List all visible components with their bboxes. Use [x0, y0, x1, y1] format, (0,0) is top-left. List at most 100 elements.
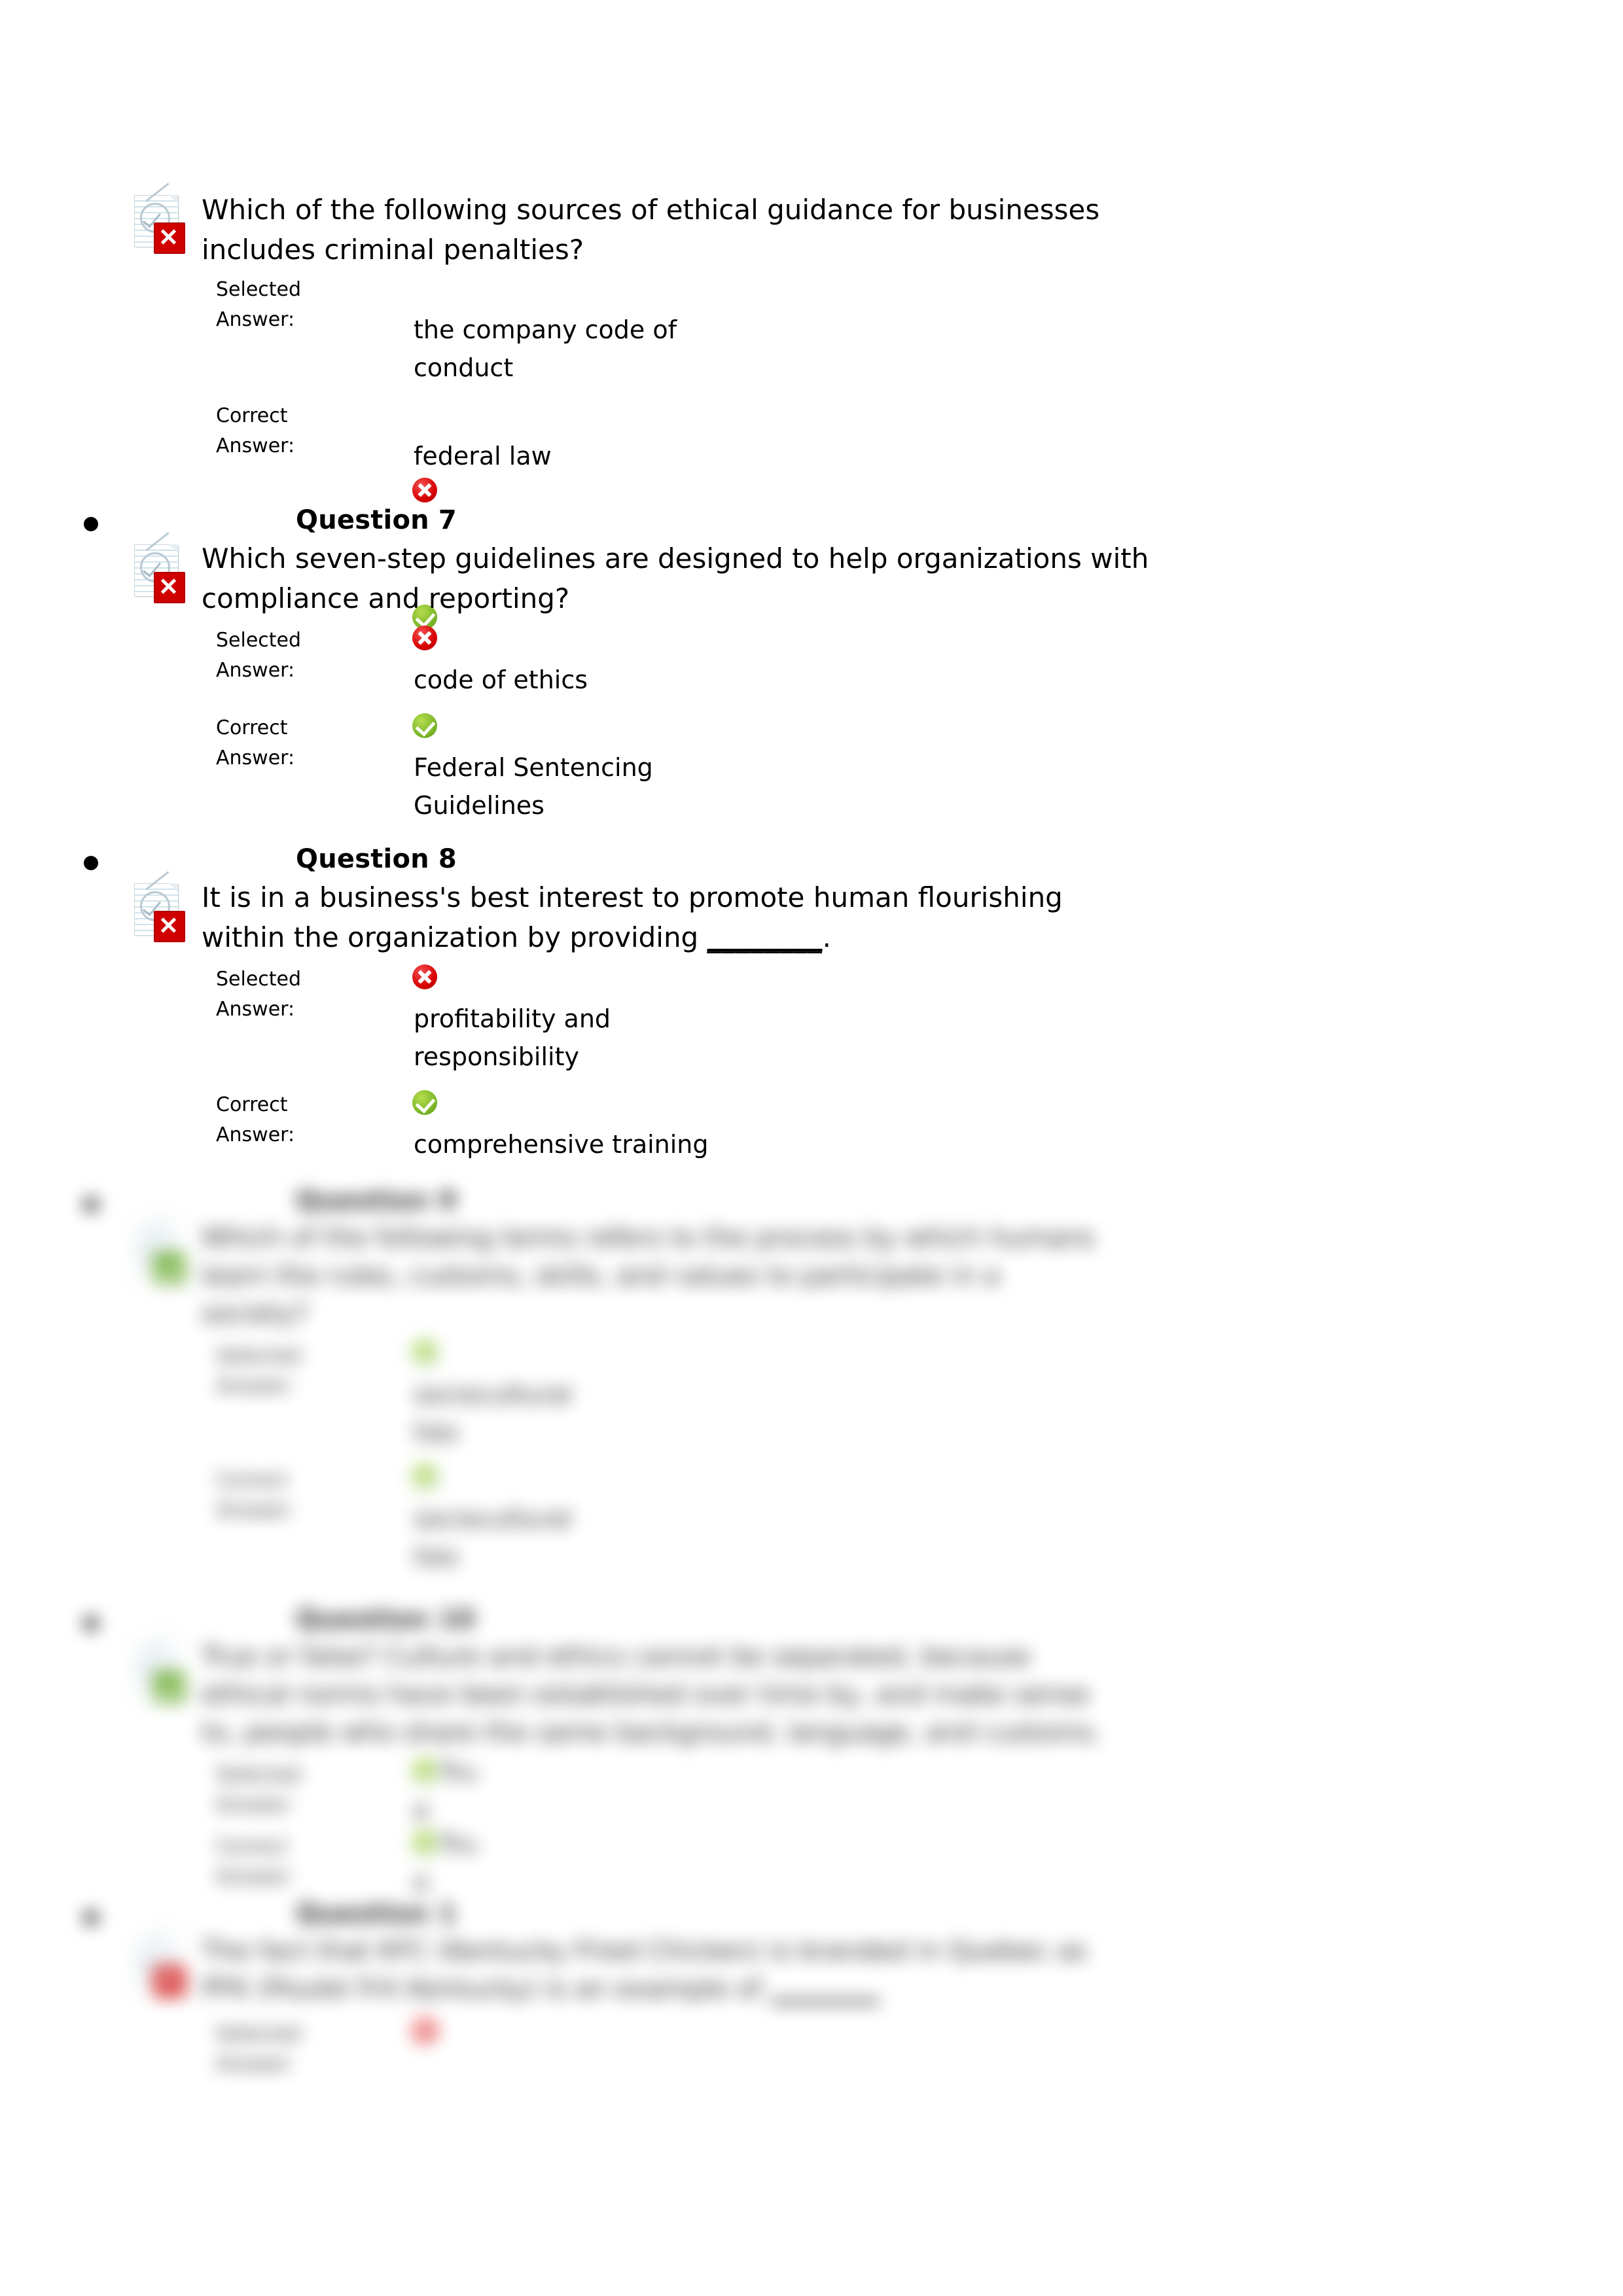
correct-answer-label: Correct Answer:: [216, 1466, 380, 1526]
list-bullet: [84, 1911, 98, 1925]
correct-mark-icon: [412, 713, 437, 738]
question-notepad-x-icon: [134, 532, 185, 603]
question-notepad-check-icon: [134, 1631, 185, 1703]
blurred-questions-region: Question 9 Which of the following terms …: [0, 1145, 1623, 2127]
question-text-line2: compliance and reporting?: [202, 582, 570, 614]
question-text-line1: It is in a business's best interest to p…: [202, 881, 1063, 913]
incorrect-mark-icon: [412, 2018, 437, 2043]
question-text: True or false? Culture and ethics cannot…: [202, 1638, 1101, 1752]
selected-answer-label: Selected Answer:: [216, 626, 380, 686]
correct-mark-icon: [412, 1340, 437, 1365]
selected-answer-label-line2: Answer:: [216, 998, 295, 1021]
question-text-line1: Which of the following sources of ethica…: [202, 194, 1100, 226]
question-title: Question 8: [296, 844, 457, 874]
correct-answer-label-line1: Correct: [216, 1835, 288, 1858]
correct-answer-line1: federal law: [414, 442, 552, 470]
correct-mark-icon: [412, 1090, 437, 1115]
question-blank: ________: [707, 921, 823, 953]
correct-answer-text: sociocultural ties: [414, 1500, 572, 1576]
question-text-line3: society?: [202, 1299, 309, 1329]
correct-answer-label: Correct Answer:: [216, 1090, 380, 1150]
question-text: The fact that KFC (Kentucky Fried Chicke…: [202, 1932, 1087, 2008]
selected-answer-text: profitability and responsibility: [414, 1000, 611, 1076]
correct-answer-label-line1: Correct: [216, 404, 288, 427]
selected-answer-line2: e: [414, 1796, 429, 1825]
question-text: Which of the following sources of ethica…: [202, 190, 1099, 270]
question-notepad-x-icon: [134, 1926, 185, 1997]
selected-answer-label: Selected Answer:: [216, 2019, 380, 2079]
correct-answer-label-line2: Answer:: [216, 1499, 295, 1522]
correct-answer-label-line2: Answer:: [216, 434, 295, 457]
selected-answer-line1: the company code of: [414, 315, 677, 344]
question-notepad-check-icon: [134, 1212, 185, 1284]
correct-answer-label-line1: Correct: [216, 1093, 288, 1116]
correct-answer-line2: ties: [414, 1542, 459, 1571]
correct-answer-line1: Federal Sentencing: [414, 753, 653, 782]
selected-answer-label: Selected Answer:: [216, 964, 380, 1025]
selected-answer-line2: ties: [414, 1418, 459, 1447]
correct-answer-line2: Guidelines: [414, 791, 544, 820]
selected-answer-label: Selected Answer:: [216, 1760, 380, 1820]
list-bullet: [84, 856, 98, 870]
selected-answer-label: Selected Answer:: [216, 275, 380, 335]
list-bullet: [84, 517, 98, 531]
question-text-line2: within the organization by providing ___…: [202, 917, 1063, 957]
correct-answer-label: Correct Answer:: [216, 1832, 380, 1892]
selected-answer-label: Selected Answer:: [216, 1341, 380, 1402]
document-page: Which of the following sources of ethica…: [0, 0, 1623, 2296]
question-text-line2-pre: PFK (Poulet Frit Kentucky) is an example…: [202, 1974, 770, 2004]
selected-answer-label-line1: Selected: [216, 278, 302, 301]
question-text-line2: ethical norms have been established over…: [202, 1680, 1090, 1710]
correct-answer-line2: e: [414, 1868, 429, 1897]
correct-answer-line1: sociocultural: [414, 1504, 572, 1533]
selected-answer-label-line1: Selected: [216, 968, 302, 991]
question-text-line1: Which of the following terms refers to t…: [202, 1223, 1095, 1253]
selected-answer-label-line2: Answer:: [216, 1375, 295, 1398]
correct-answer-label-line2: Answer:: [216, 747, 295, 769]
question-title: Question 9: [296, 1186, 457, 1216]
question-text-line2: learn the rules, customs, skills, and va…: [202, 1261, 1000, 1291]
question-text-line1: Which seven-step guidelines are designed…: [202, 542, 1149, 574]
correct-answer-label-line1: Correct: [216, 1469, 288, 1492]
correct-answer-line1: Tru: [440, 1830, 478, 1859]
question-notepad-x-icon: [134, 871, 185, 942]
correct-answer-label-line2: Answer:: [216, 1865, 295, 1888]
question-title: Question 7: [296, 505, 457, 535]
correct-answer-text: Tru e: [414, 1826, 477, 1901]
question-text-line3: to, people who share the same background…: [202, 1718, 1102, 1748]
selected-answer-label-line1: Selected: [216, 1763, 302, 1786]
selected-answer-line1: sociocultural: [414, 1380, 572, 1409]
question-text-line1: The fact that KFC (Kentucky Fried Chicke…: [202, 1936, 1087, 1966]
question-text-line1: True or false? Culture and ethics cannot…: [202, 1642, 1031, 1672]
selected-answer-label-line1: Selected: [216, 1345, 302, 1368]
selected-answer-line2: responsibility: [414, 1042, 579, 1071]
selected-answer-label-line2: Answer:: [216, 308, 295, 331]
question-text: Which of the following terms refers to t…: [202, 1219, 1095, 1333]
selected-answer-label-line1: Selected: [216, 2022, 302, 2045]
question-text-line2: includes criminal penalties?: [202, 234, 584, 266]
question-title: Question 10: [296, 1604, 475, 1634]
correct-answer-text: Federal Sentencing Guidelines: [414, 749, 653, 824]
question-blank: ________: [770, 1974, 880, 2004]
correct-mark-icon: [412, 1464, 437, 1489]
incorrect-mark-icon: [412, 964, 437, 989]
selected-answer-text: the company code of conduct: [414, 311, 677, 387]
question-text-line2-post: .: [822, 921, 831, 953]
selected-answer-line2: conduct: [414, 353, 514, 382]
question-notepad-x-icon: [134, 183, 185, 254]
selected-answer-label-line2: Answer:: [216, 659, 295, 682]
correct-answer-text: federal law: [414, 437, 552, 475]
selected-answer-label-line2: Answer:: [216, 2053, 295, 2075]
correct-answer-label: Correct Answer:: [216, 401, 380, 461]
question-text-line2: PFK (Poulet Frit Kentucky) is an example…: [202, 1970, 1087, 2008]
list-bullet: [84, 1616, 98, 1631]
selected-answer-text: code of ethics: [414, 661, 588, 699]
list-bullet: [84, 1197, 98, 1212]
selected-answer-line1: code of ethics: [414, 665, 588, 694]
selected-answer-line1: Tru: [440, 1758, 478, 1787]
incorrect-mark-icon: [412, 478, 437, 503]
question-title: Question 1: [296, 1899, 457, 1929]
question-text: Which seven-step guidelines are designed…: [202, 539, 1149, 618]
correct-answer-label-line1: Correct: [216, 716, 288, 739]
selected-answer-label-line1: Selected: [216, 629, 302, 652]
